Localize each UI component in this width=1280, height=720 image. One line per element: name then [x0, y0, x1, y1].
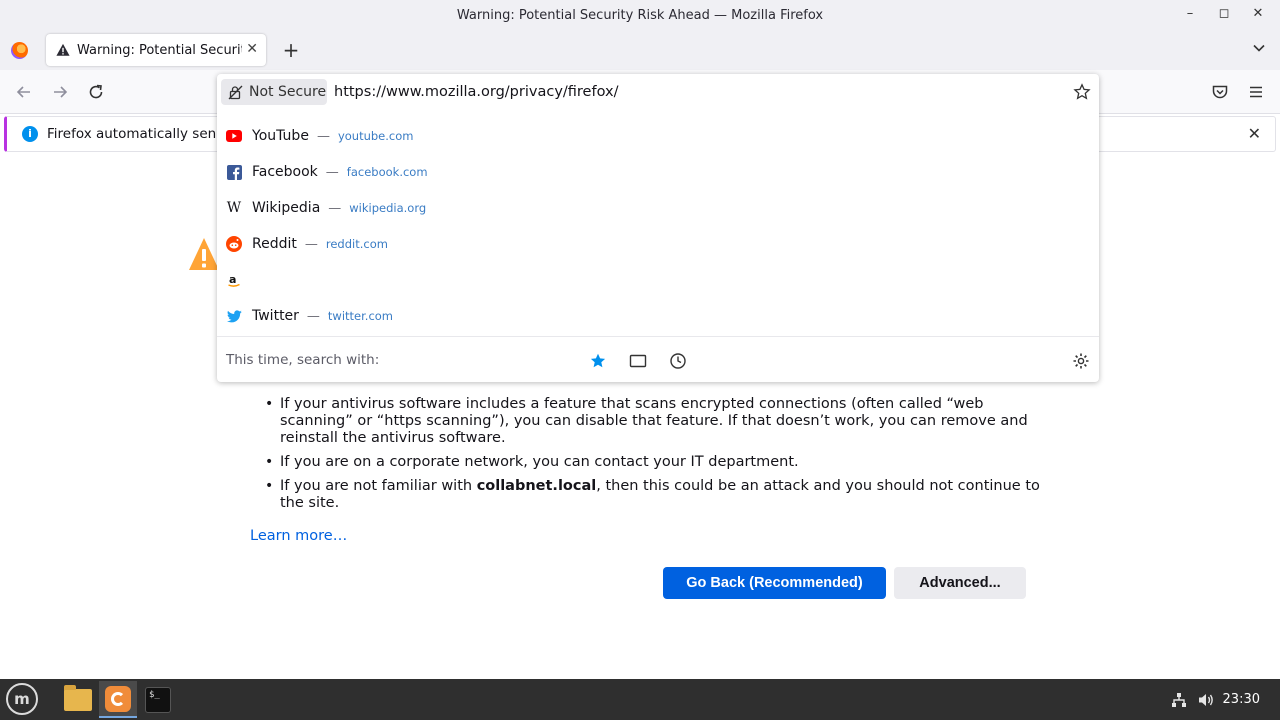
- wikipedia-icon: W: [226, 200, 242, 216]
- suggestion-wikipedia[interactable]: W Wikipedia — wikipedia.org: [217, 190, 1099, 226]
- terminal-app-icon[interactable]: $_: [139, 681, 177, 718]
- separator: —: [325, 164, 339, 180]
- go-back-button[interactable]: Go Back (Recommended): [663, 567, 886, 599]
- pocket-icon[interactable]: [1211, 83, 1229, 101]
- firefox-icon: [105, 685, 131, 712]
- list-item-text: If you are not familiar with: [280, 478, 477, 494]
- firefox-app-icon[interactable]: [99, 681, 137, 718]
- suggestion-facebook[interactable]: Facebook — facebook.com: [217, 154, 1099, 190]
- firefox-view-icon[interactable]: [11, 42, 28, 59]
- mint-menu-icon[interactable]: m: [6, 683, 38, 715]
- advanced-button[interactable]: Advanced...: [894, 567, 1026, 599]
- not-secure-badge[interactable]: Not Secure: [221, 79, 327, 105]
- tabs-icon[interactable]: [629, 352, 647, 370]
- window-controls: – ◻ ✕: [1182, 6, 1266, 22]
- volume-icon[interactable]: [1197, 692, 1215, 708]
- maximize-icon[interactable]: ◻: [1216, 6, 1232, 22]
- bookmark-star-icon[interactable]: [1073, 83, 1091, 101]
- separator: —: [306, 308, 320, 324]
- taskbar: m $_ 23:30: [0, 679, 1280, 720]
- title-bar: Warning: Potential Security Risk Ahead —…: [0, 0, 1280, 30]
- twitter-icon: [226, 308, 242, 324]
- notification-text: Firefox automatically sends s: [47, 126, 244, 142]
- files-app-icon[interactable]: [59, 681, 97, 718]
- warning-icon: [56, 43, 70, 56]
- system-tray: 23:30: [1161, 679, 1280, 720]
- suggestion-url: reddit.com: [325, 237, 388, 251]
- reddit-icon: [226, 236, 242, 252]
- youtube-icon: [226, 128, 242, 144]
- chevron-down-icon[interactable]: [1252, 41, 1266, 55]
- suggestion-url: facebook.com: [346, 165, 428, 179]
- forward-icon[interactable]: [51, 83, 69, 101]
- search-with-bar: This time, search with:: [217, 336, 1099, 382]
- learn-more-link[interactable]: Learn more…: [250, 528, 347, 544]
- suggestion-youtube[interactable]: YouTube — youtube.com: [217, 118, 1099, 154]
- list-item: If you are on a corporate network, you c…: [262, 454, 1042, 471]
- menu-icon[interactable]: [1247, 83, 1265, 101]
- new-tab-button[interactable]: +: [281, 39, 301, 61]
- suggestion-url: youtube.com: [337, 129, 414, 143]
- hostname: collabnet.local: [476, 478, 597, 494]
- suggestion-twitter[interactable]: Twitter — twitter.com: [217, 298, 1099, 334]
- suggestion-url: wikipedia.org: [349, 201, 427, 215]
- bookmarks-star-icon[interactable]: [589, 352, 607, 370]
- suggestion-title: YouTube: [252, 128, 309, 144]
- window-title: Warning: Potential Security Risk Ahead —…: [456, 7, 824, 23]
- list-item: If you are not familiar with collabnet.l…: [262, 478, 1042, 512]
- urlbar-panel: Not Secure https://www.mozilla.org/priva…: [217, 74, 1099, 382]
- facebook-icon: [226, 164, 242, 180]
- minimize-icon[interactable]: –: [1182, 6, 1198, 22]
- reload-icon[interactable]: [87, 83, 105, 101]
- suggestion-amazon[interactable]: a: [217, 262, 1099, 298]
- amazon-icon: a: [226, 272, 242, 288]
- url-input[interactable]: https://www.mozilla.org/privacy/firefox/: [334, 84, 618, 100]
- urlbar[interactable]: Not Secure https://www.mozilla.org/priva…: [217, 74, 1099, 110]
- clock[interactable]: 23:30: [1223, 692, 1260, 707]
- suggestion-title: Reddit: [252, 236, 297, 252]
- history-clock-icon[interactable]: [669, 352, 687, 370]
- notification-close-icon[interactable]: ✕: [1248, 124, 1261, 143]
- back-icon[interactable]: [15, 83, 33, 101]
- not-secure-label: Not Secure: [249, 84, 327, 100]
- search-with-label: This time, search with:: [226, 352, 380, 368]
- warning-icon: [189, 238, 219, 270]
- suggestion-title: Twitter: [252, 308, 299, 324]
- suggestion-title: Facebook: [252, 164, 318, 180]
- suggestion-list: YouTube — youtube.com Facebook — faceboo…: [217, 118, 1099, 334]
- separator: —: [328, 200, 342, 216]
- tab-close-icon[interactable]: ✕: [246, 41, 258, 57]
- tab-strip: Warning: Potential Security Risk Ahead ✕…: [0, 30, 1280, 70]
- suggestion-title: Wikipedia: [252, 200, 321, 216]
- tab-label: Warning: Potential Security Risk Ahead: [77, 42, 242, 58]
- close-icon[interactable]: ✕: [1250, 6, 1266, 22]
- suggestion-url: twitter.com: [327, 309, 394, 323]
- gear-icon[interactable]: [1072, 352, 1090, 370]
- separator: —: [316, 128, 330, 144]
- troubleshooting-list: If your antivirus software includes a fe…: [262, 396, 1042, 519]
- suggestion-reddit[interactable]: Reddit — reddit.com: [217, 226, 1099, 262]
- lock-icon: [228, 85, 243, 99]
- separator: —: [304, 236, 318, 252]
- terminal-icon: $_: [145, 686, 171, 713]
- svg-text:a: a: [229, 273, 236, 286]
- tab-active[interactable]: Warning: Potential Security Risk Ahead ✕: [46, 34, 266, 66]
- network-icon[interactable]: [1171, 692, 1187, 708]
- folder-icon: [64, 684, 92, 711]
- list-item: If your antivirus software includes a fe…: [262, 396, 1042, 447]
- info-icon: i: [22, 126, 38, 142]
